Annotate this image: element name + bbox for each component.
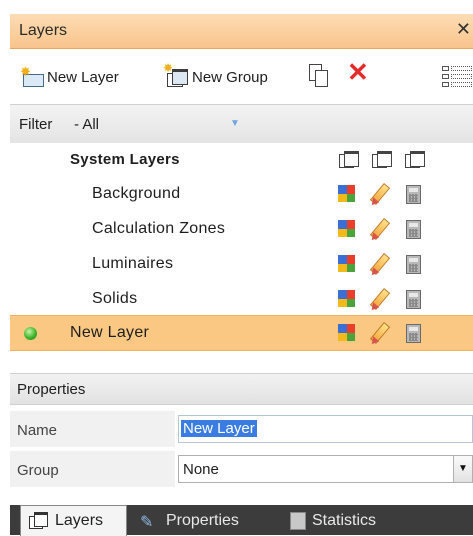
group-label: Group <box>17 462 59 479</box>
calculator-icon[interactable] <box>406 185 421 204</box>
pencil-icon[interactable] <box>368 251 391 278</box>
tab-properties[interactable]: ✎ Properties <box>132 507 239 535</box>
tree-row-label: Luminaires <box>92 255 174 272</box>
tab-layers[interactable]: Layers <box>20 505 127 536</box>
tree-group-label: System Layers <box>70 151 180 168</box>
close-icon[interactable]: ✕ <box>456 19 471 40</box>
filter-value[interactable]: - All <box>74 116 99 133</box>
group-select[interactable]: None ▼ <box>178 455 473 483</box>
new-layer-icon: ✸ <box>20 64 44 87</box>
properties-title: Properties <box>17 381 86 398</box>
bottom-tab-bar: Layers ✎ Properties Statistics <box>10 505 473 536</box>
calculator-icon[interactable] <box>406 290 421 309</box>
new-layer-label: New Layer <box>47 68 119 86</box>
panel-title-bar: Layers ✕ <box>10 14 473 49</box>
filter-bar[interactable]: Filter - All ▼ <box>10 104 473 144</box>
tree-row[interactable]: Background <box>10 177 473 211</box>
filter-label: Filter <box>19 116 53 133</box>
group-row: Group None ▼ <box>10 451 473 487</box>
active-layer-icon <box>24 327 37 340</box>
new-group-icon: ✸ <box>163 61 189 87</box>
pencil-icon[interactable] <box>368 286 391 313</box>
new-group-label: New Group <box>192 68 268 86</box>
chevron-down-icon[interactable]: ▼ <box>453 456 472 482</box>
new-group-button[interactable]: ✸ New Group <box>163 61 268 89</box>
tree-group-row[interactable]: System Layers <box>10 143 473 177</box>
properties-header: Properties <box>10 373 473 405</box>
tree-row-label: Solids <box>92 290 138 307</box>
material-icon[interactable] <box>338 290 355 307</box>
group-select-value: None <box>183 461 219 478</box>
panel-title: Layers <box>19 22 68 39</box>
name-row: Name New Layer <box>10 411 473 447</box>
tab-statistics[interactable]: Statistics <box>282 507 376 535</box>
tree-row[interactable]: Calculation Zones <box>10 212 473 246</box>
tab-layers-label: Layers <box>55 512 104 529</box>
toolbar: ✸ New Layer ✸ New Group ✕ <box>10 49 473 104</box>
copy-icon[interactable] <box>307 62 329 88</box>
properties-panel: Properties Name New Layer Group None ▼ <box>10 373 473 489</box>
calculator-icon[interactable] <box>406 255 421 274</box>
tree-row-selected[interactable]: New Layer <box>10 315 473 351</box>
calculator-icon[interactable] <box>406 220 421 239</box>
tab-statistics-label: Statistics <box>312 512 377 529</box>
tree-row-label: New Layer <box>70 324 150 341</box>
delete-icon[interactable]: ✕ <box>347 59 369 85</box>
group-visibility-icon[interactable] <box>338 150 360 168</box>
group-calc-icon[interactable] <box>404 150 426 168</box>
pencil-icon[interactable] <box>368 320 391 347</box>
properties-icon: ✎ <box>140 514 154 531</box>
pencil-icon[interactable] <box>368 181 391 208</box>
layers-icon <box>29 512 49 530</box>
tab-properties-label: Properties <box>166 512 239 529</box>
group-edit-icon[interactable] <box>371 150 393 168</box>
filter-dropdown-icon[interactable]: ▼ <box>230 118 240 129</box>
name-field[interactable]: New Layer <box>178 415 473 443</box>
tree-row-label: Background <box>92 185 181 202</box>
calculator-icon[interactable] <box>406 324 421 343</box>
tree-row[interactable]: Solids <box>10 282 473 316</box>
tree-row-label: Calculation Zones <box>92 220 226 237</box>
material-icon[interactable] <box>338 185 355 202</box>
material-icon[interactable] <box>338 324 355 341</box>
list-view-icon[interactable] <box>442 64 472 88</box>
material-icon[interactable] <box>338 255 355 272</box>
statistics-icon <box>290 512 306 530</box>
pencil-icon[interactable] <box>368 216 391 243</box>
layer-tree: System Layers Background Calculation Zon… <box>10 143 473 351</box>
material-icon[interactable] <box>338 220 355 237</box>
tree-row[interactable]: Luminaires <box>10 247 473 281</box>
name-field-value: New Layer <box>181 420 257 437</box>
new-layer-button[interactable]: ✸ New Layer <box>20 64 119 89</box>
